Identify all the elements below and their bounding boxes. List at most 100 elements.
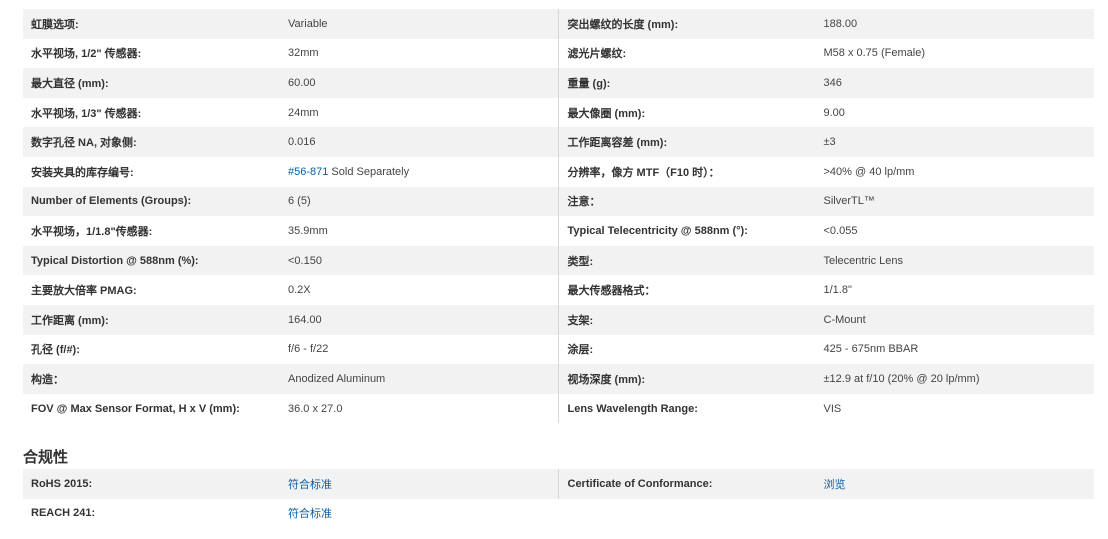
- compliance-table: RoHS 2015: 符合标准 Certificate of Conforman…: [23, 469, 1094, 528]
- spec-value: 60.00: [288, 76, 316, 89]
- compliance-cell-left: REACH 241: 符合标准: [23, 499, 559, 529]
- spec-label: 注意：: [567, 196, 601, 209]
- spec-cell-right: 支架: C-Mount: [559, 305, 1095, 335]
- spec-cell-left: FOV @ Max Sensor Format, H x V (mm): 36.…: [23, 393, 559, 424]
- rohs-compliant-link[interactable]: 符合标准: [288, 476, 332, 492]
- spec-value: SilverTL™: [823, 195, 875, 208]
- certificate-view-link[interactable]: 浏览: [824, 476, 846, 492]
- rohs-label: RoHS 2015:: [31, 477, 93, 490]
- spec-label: 水平视场, 1/2" 传感器:: [31, 48, 142, 61]
- compliance-row: REACH 241: 符合标准: [23, 499, 1094, 529]
- spec-cell-left: 虹膜选项: Variable: [23, 9, 559, 39]
- spec-label: FOV @ Max Sensor Format, H x V (mm):: [31, 402, 240, 415]
- spec-cell-left: 构造： Anodized Aluminum: [23, 364, 559, 394]
- spec-cell-left: 工作距离 (mm): 164.00: [23, 304, 559, 335]
- spec-cell-left: 孔径 (f/#): f/6 - f/22: [23, 334, 559, 365]
- spec-label: 视场深度 (mm):: [567, 373, 646, 386]
- spec-cell-right: 涂层: 425 - 675nm BBAR: [559, 335, 1095, 365]
- spec-row: 主要放大倍率 PMAG: 0.2X 最大传感器格式： 1/1.8": [23, 275, 1094, 305]
- compliance-cell-right: Certificate of Conformance: 浏览: [559, 469, 1095, 499]
- spec-value: 35.9mm: [288, 224, 328, 237]
- spec-value: 24mm: [288, 106, 319, 119]
- spec-row: 水平视场，1/1.8"传感器: 35.9mm Typical Telecentr…: [23, 216, 1094, 246]
- spec-cell-left: 数字孔径 NA, 对象侧: 0.016: [23, 127, 559, 157]
- spec-row: 数字孔径 NA, 对象侧: 0.016 工作距离容差 (mm): ±3: [23, 127, 1094, 157]
- spec-value: 9.00: [823, 106, 845, 119]
- specifications-table: 虹膜选项: Variable 突出螺纹的长度 (mm): 188.00 水平视场…: [23, 9, 1095, 424]
- spec-cell-left: 水平视场, 1/3" 传感器: 24mm: [23, 97, 559, 128]
- spec-cell-right: Typical Telecentricity @ 588nm (°): <0.0…: [559, 216, 1095, 246]
- spec-value: 0.016: [288, 136, 316, 149]
- spec-cell-right: Lens Wavelength Range: VIS: [559, 394, 1095, 424]
- spec-value: 164.00: [288, 313, 322, 326]
- spec-value: 6 (5): [288, 195, 311, 208]
- spec-value: <0.055: [823, 224, 858, 237]
- spec-value: VIS: [823, 402, 842, 415]
- spec-cell-left: 主要放大倍率 PMAG: 0.2X: [23, 275, 559, 305]
- reach-compliant-link[interactable]: 符合标准: [288, 505, 332, 521]
- spec-value: 346: [823, 76, 842, 89]
- spec-value: Anodized Aluminum: [288, 372, 386, 385]
- spec-label: 安装夹具的库存编号:: [31, 166, 134, 179]
- spec-row: 虹膜选项: Variable 突出螺纹的长度 (mm): 188.00: [23, 9, 1094, 39]
- spec-cell-right: 最大像圈 (mm): 9.00: [559, 98, 1095, 128]
- spec-value: ±3: [823, 136, 836, 149]
- spec-value: <0.150: [288, 254, 322, 267]
- spec-label: 支架:: [567, 314, 594, 327]
- spec-value: >40% @ 40 lp/mm: [823, 165, 915, 178]
- spec-cell-left: 水平视场, 1/2" 传感器: 32mm: [23, 38, 559, 69]
- spec-label: 水平视场, 1/3" 传感器:: [31, 107, 142, 120]
- spec-label: 孔径 (f/#):: [31, 344, 80, 357]
- certificate-label: Certificate of Conformance:: [567, 477, 713, 490]
- compliance-cell-left: RoHS 2015: 符合标准: [23, 469, 559, 499]
- spec-cell-right: 工作距离容差 (mm): ±3: [559, 127, 1095, 157]
- spec-value: #56-871 Sold Separately: [288, 166, 409, 178]
- spec-cell-right: 突出螺纹的长度 (mm): 188.00: [559, 9, 1095, 39]
- reach-label: REACH 241:: [31, 507, 96, 520]
- spec-row: FOV @ Max Sensor Format, H x V (mm): 36.…: [23, 393, 1095, 424]
- spec-row: 安装夹具的库存编号: #56-871 Sold Separately 分辨率，像…: [23, 156, 1095, 187]
- spec-value: 425 - 675nm BBAR: [823, 343, 919, 356]
- spec-row: 水平视场, 1/2" 传感器: 32mm 滤光片螺纹: M58 x 0.75 (…: [23, 38, 1095, 69]
- spec-label: 工作距离容差 (mm):: [567, 137, 668, 150]
- spec-label: 主要放大倍率 PMAG:: [31, 285, 137, 298]
- spec-cell-left: 水平视场，1/1.8"传感器: 35.9mm: [23, 216, 559, 246]
- spec-cell-right: 视场深度 (mm): ±12.9 at f/10 (20% @ 20 lp/mm…: [559, 364, 1095, 394]
- spec-label: 滤光片螺纹:: [567, 48, 627, 61]
- spec-label: 分辨率，像方 MTF（F10 时）：: [567, 166, 720, 179]
- spec-label: 突出螺纹的长度 (mm):: [567, 18, 679, 31]
- spec-cell-right: 重量 (g): 346: [559, 68, 1095, 98]
- spec-cell-left: Number of Elements (Groups): 6 (5): [23, 186, 559, 217]
- spec-row: Number of Elements (Groups): 6 (5) 注意： S…: [23, 186, 1095, 217]
- spec-cell-right: 注意： SilverTL™: [559, 187, 1095, 217]
- compliance-row: RoHS 2015: 符合标准 Certificate of Conforman…: [23, 469, 1094, 499]
- spec-label: 最大传感器格式：: [567, 285, 656, 298]
- spec-value: 188.00: [823, 17, 858, 30]
- spec-label: Typical Distortion @ 588nm (%):: [31, 254, 199, 267]
- spec-row: Typical Distortion @ 588nm (%): <0.150 类…: [23, 245, 1095, 276]
- spec-value: ±12.9 at f/10 (20% @ 20 lp/mm): [823, 372, 980, 385]
- spec-value: 1/1.8": [823, 284, 852, 297]
- spec-label: 数字孔径 NA, 对象侧:: [31, 137, 137, 150]
- spec-label: Lens Wavelength Range:: [567, 402, 698, 415]
- spec-label: 类型:: [567, 255, 594, 268]
- spec-value: 0.2X: [288, 284, 311, 297]
- spec-label: 重量 (g):: [567, 77, 611, 90]
- spec-label: 水平视场，1/1.8"传感器:: [31, 225, 153, 238]
- compliance-heading: 合规性: [23, 449, 69, 466]
- spec-value: f/6 - f/22: [288, 343, 329, 356]
- sold-separately-text: Sold Separately: [328, 165, 410, 178]
- spec-value: M58 x 0.75 (Female): [823, 47, 925, 60]
- spec-label: 涂层:: [567, 344, 594, 357]
- spec-label: 最大直径 (mm):: [31, 77, 109, 90]
- spec-row: 孔径 (f/#): f/6 - f/22 涂层: 425 - 675nm BBA…: [23, 334, 1095, 365]
- spec-row: 最大直径 (mm): 60.00 重量 (g): 346: [23, 68, 1094, 98]
- spec-cell-right: 滤光片螺纹: M58 x 0.75 (Female): [559, 39, 1095, 69]
- spec-value: C-Mount: [823, 313, 866, 326]
- mounting-clamp-stock-link[interactable]: #56-871: [288, 166, 328, 178]
- spec-label: 虹膜选项:: [31, 18, 79, 31]
- spec-cell-right: 类型: Telecentric Lens: [559, 246, 1095, 276]
- spec-cell-right: 分辨率，像方 MTF（F10 时）： >40% @ 40 lp/mm: [559, 157, 1095, 187]
- spec-cell-right: 最大传感器格式： 1/1.8": [559, 275, 1095, 305]
- spec-value: 36.0 x 27.0: [288, 402, 343, 415]
